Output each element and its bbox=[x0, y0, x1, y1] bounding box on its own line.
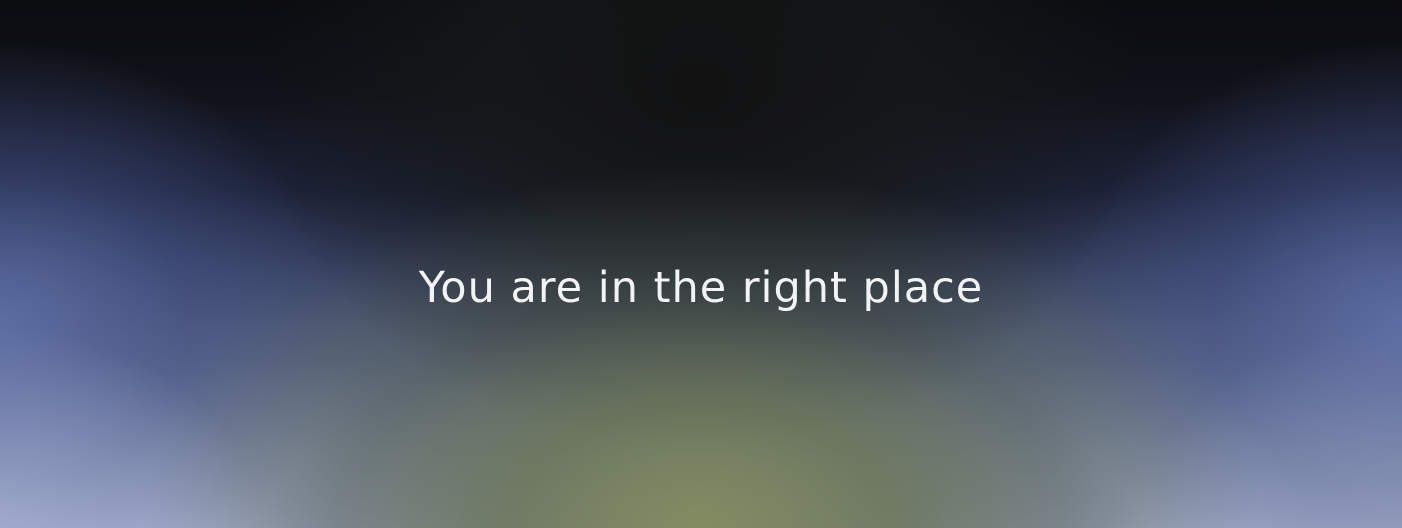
hero-headline: You are in the right place bbox=[418, 263, 984, 313]
hero-section: You are in the right place bbox=[0, 0, 1402, 528]
